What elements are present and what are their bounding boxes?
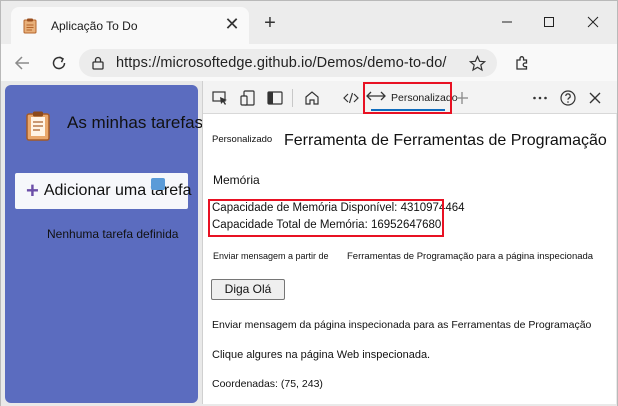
click-prompt-text: Clique algures na página Web inspecionad… [212,349,431,361]
say-hello-button[interactable]: Diga Olá [211,279,285,300]
memory-heading: Memória [213,173,260,187]
minimize-icon[interactable] [493,9,521,35]
memory-highlight-box [208,199,444,237]
clipboard-icon [25,111,51,141]
plus-icon[interactable]: + [259,13,281,35]
help-icon[interactable] [559,89,577,107]
devtools-panel: Personalizado Personalizado Ferramenta d… [202,81,617,404]
window-close-icon[interactable] [579,9,607,35]
home-icon[interactable] [303,89,321,107]
todo-app: As minhas tarefas + Adicionar uma tarefa… [5,85,203,403]
lock-icon[interactable] [91,56,105,75]
address-url: https://microsoftedge.github.io/Demos/de… [116,55,447,71]
sources-icon[interactable] [342,89,360,107]
add-task-label: Adicionar uma tarefa [43,182,192,199]
inspect-icon[interactable] [211,89,229,107]
send-from-label: Enviar mensagem a partir de [213,251,329,261]
empty-state-text: Nenhuma tarefa definida [47,227,179,241]
browser-toolbar: https://microsoftedge.github.io/Demos/de… [1,44,617,81]
app-icon [23,18,37,34]
back-icon[interactable] [9,50,35,76]
browser-tab[interactable]: Aplicação To Do ✕ [11,7,249,44]
close-icon[interactable]: ✕ [221,14,243,37]
coordinates-readout: Coordenadas: (75, 243) [212,378,323,390]
panel-small-label: Personalizado [212,134,273,145]
more-options-icon[interactable] [531,89,549,107]
device-emulation-icon[interactable] [239,89,257,107]
panel-title: Ferramenta de Ferramentas de Programação [284,132,607,149]
tab-highlight-box [363,82,452,114]
close-devtools-icon[interactable] [586,89,604,107]
maximize-icon[interactable] [535,9,563,35]
app-title: As minhas tarefas [67,113,204,132]
submit-icon[interactable] [151,178,165,190]
refresh-icon[interactable] [46,50,72,76]
extensions-icon[interactable] [509,50,535,76]
tab-title: Aplicação To Do [51,18,138,33]
toolbar-divider [292,89,293,107]
address-bar[interactable]: https://microsoftedge.github.io/Demos/de… [79,49,497,77]
more-tools-icon[interactable] [453,89,471,107]
favorite-star-icon[interactable] [468,55,487,77]
dock-icon[interactable] [266,89,284,107]
browser-window: Aplicação To Do ✕ + https://microsoftedg… [0,0,618,406]
send-from-value: Ferramentas de Programação para a página… [347,251,594,262]
tab-strip: Aplicação To Do ✕ + [1,1,617,44]
send-to-devtools-text: Enviar mensagem da página inspecionada p… [212,319,592,331]
plus-icon: + [26,178,39,203]
